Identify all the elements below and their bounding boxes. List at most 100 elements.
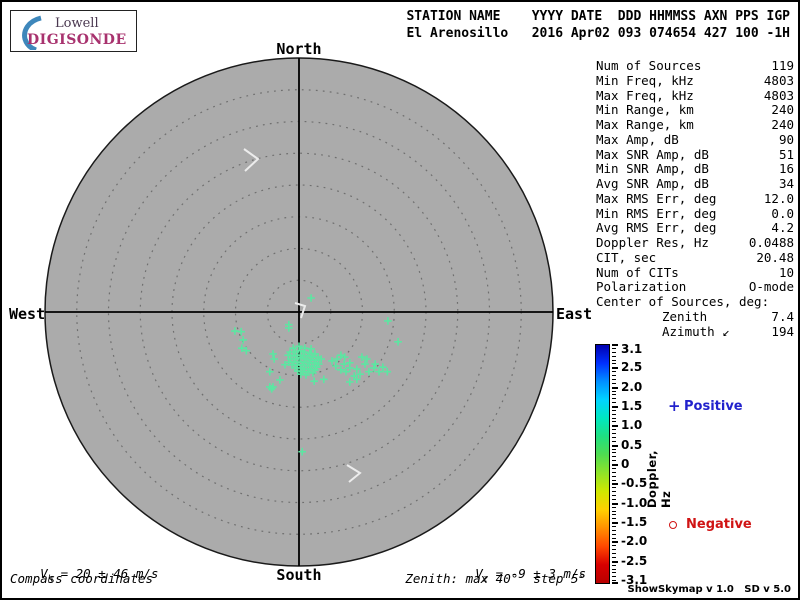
colorbar-minor-tick xyxy=(612,580,616,581)
colorbar-major-tick xyxy=(612,541,618,543)
colorbar-major-tick xyxy=(612,561,618,563)
compass-label-west: West xyxy=(9,305,45,323)
colorbar-minor-tick xyxy=(612,487,616,488)
colorbar-minor-tick xyxy=(612,565,616,566)
colorbar-minor-tick xyxy=(612,549,616,550)
program-version-label: ShowSkymap v 1.0 SD v 5.0 xyxy=(628,584,791,595)
stats-label: Min SNR Amp, dB xyxy=(596,162,709,177)
stats-label: Polarization xyxy=(596,280,686,295)
colorbar-minor-tick xyxy=(612,433,616,434)
stats-row: PolarizationO-mode xyxy=(596,280,794,295)
legend-negative-label: Negative xyxy=(686,517,752,532)
colorbar-minor-tick xyxy=(612,480,616,481)
stats-label: Num of Sources xyxy=(596,59,701,74)
stats-value: 10 xyxy=(779,266,794,281)
colorbar-minor-tick xyxy=(612,379,616,380)
colorbar-minor-tick xyxy=(612,514,616,515)
compass-label-south: South xyxy=(276,566,321,584)
colorbar-minor-tick xyxy=(612,476,616,477)
colorbar-minor-tick xyxy=(612,491,616,492)
stats-row: Min Freq, kHz4803 xyxy=(596,74,794,89)
stats-value: 0.0 xyxy=(771,207,794,222)
colorbar-minor-tick xyxy=(612,348,616,349)
stats-value: 7.4 xyxy=(771,310,794,325)
stats-value: 51 xyxy=(779,148,794,163)
stats-row: Max RMS Err, deg12.0 xyxy=(596,192,794,207)
stats-row: Doppler Res, Hz0.0488 xyxy=(596,236,794,251)
colorbar-minor-tick xyxy=(612,530,616,531)
stats-value: 194 xyxy=(771,325,794,340)
colorbar-major-tick xyxy=(612,367,618,369)
colorbar-minor-tick xyxy=(612,414,616,415)
legend-positive-label: Positive xyxy=(684,399,743,414)
colorbar-minor-tick xyxy=(612,468,616,469)
stats-row: Center of Sources, deg: xyxy=(596,295,794,310)
colorbar-minor-tick xyxy=(612,499,616,500)
colorbar-minor-tick xyxy=(612,360,616,361)
stats-label: Doppler Res, Hz xyxy=(596,236,709,251)
colorbar-minor-tick xyxy=(612,553,616,554)
compass-label-east: East xyxy=(556,305,592,323)
stats-row: Max Amp, dB90 xyxy=(596,133,794,148)
stats-label: Avg RMS Err, deg xyxy=(596,221,716,236)
stats-label: Max RMS Err, deg xyxy=(596,192,716,207)
colorbar-minor-tick xyxy=(612,398,616,399)
colorbar-minor-tick xyxy=(612,472,616,473)
stats-row: Num of CITs10 xyxy=(596,266,794,281)
stats-row: Zenith7.4 xyxy=(596,310,794,325)
colorbar-gradient xyxy=(595,344,610,584)
stats-label: Avg SNR Amp, dB xyxy=(596,177,709,192)
plus-marker-icon: + xyxy=(668,397,684,415)
stats-row: Avg SNR Amp, dB34 xyxy=(596,177,794,192)
coordinate-system-label: Compass coordinates xyxy=(10,571,153,586)
colorbar-minor-tick xyxy=(612,421,616,422)
stats-value: 4.2 xyxy=(771,221,794,236)
colorbar-minor-tick xyxy=(612,495,616,496)
colorbar-axis-title: Doppler, Hz xyxy=(645,432,673,508)
colorbar-tick-label: -1.0 xyxy=(621,496,647,510)
stats-row: Min SNR Amp, dB16 xyxy=(596,162,794,177)
colorbar-minor-tick xyxy=(612,456,616,457)
stats-row: Azimuth ↙ 194 xyxy=(596,325,794,340)
zenith-scale-note: Zenith: max 40° step 5° xyxy=(405,571,586,586)
stats-label: Min Range, km xyxy=(596,103,694,118)
stats-value: 4803 xyxy=(764,89,794,104)
colorbar-major-tick xyxy=(612,445,618,447)
colorbar-minor-tick xyxy=(612,534,616,535)
colorbar-minor-tick xyxy=(612,383,616,384)
colorbar-major-tick xyxy=(612,582,618,584)
stats-label: Center of Sources, deg: xyxy=(596,295,769,310)
stats-value: 4803 xyxy=(764,74,794,89)
colorbar-minor-tick xyxy=(612,375,616,376)
colorbar-tick-label: -2.5 xyxy=(621,554,647,568)
stats-label: Max Range, km xyxy=(596,118,694,133)
colorbar-tick-label: -0.5 xyxy=(621,476,647,490)
stats-value: 240 xyxy=(771,103,794,118)
stats-label: Azimuth ↙ xyxy=(662,325,730,340)
compass-label-north: North xyxy=(276,40,321,58)
colorbar-minor-tick xyxy=(612,352,616,353)
colorbar-tick-label: 2.0 xyxy=(621,380,642,394)
colorbar-minor-tick xyxy=(612,545,616,546)
colorbar-tick-label: 1.5 xyxy=(621,399,642,413)
colorbar-minor-tick xyxy=(612,507,616,508)
stats-value: 90 xyxy=(779,133,794,148)
colorbar-tick-label: 0.5 xyxy=(621,438,642,452)
colorbar-minor-tick xyxy=(612,394,616,395)
colorbar-minor-tick xyxy=(612,429,616,430)
legend-positive: + Positive xyxy=(668,397,743,415)
statistics-panel: Num of Sources119Min Freq, kHz4803Max Fr… xyxy=(596,59,794,339)
stats-row: Num of Sources119 xyxy=(596,59,794,74)
colorbar-tick-label: 0 xyxy=(621,457,629,471)
colorbar-tick-label: 2.5 xyxy=(621,360,642,374)
stats-row: Max SNR Amp, dB51 xyxy=(596,148,794,163)
colorbar-major-tick xyxy=(612,522,618,524)
stats-value: 20.48 xyxy=(756,251,794,266)
colorbar-minor-tick xyxy=(612,410,616,411)
colorbar-minor-tick xyxy=(612,576,616,577)
colorbar-major-tick xyxy=(612,344,618,346)
colorbar-minor-tick xyxy=(612,511,616,512)
colorbar-minor-tick xyxy=(612,526,616,527)
stats-row: Avg RMS Err, deg 4.2 xyxy=(596,221,794,236)
colorbar-minor-tick xyxy=(612,391,616,392)
